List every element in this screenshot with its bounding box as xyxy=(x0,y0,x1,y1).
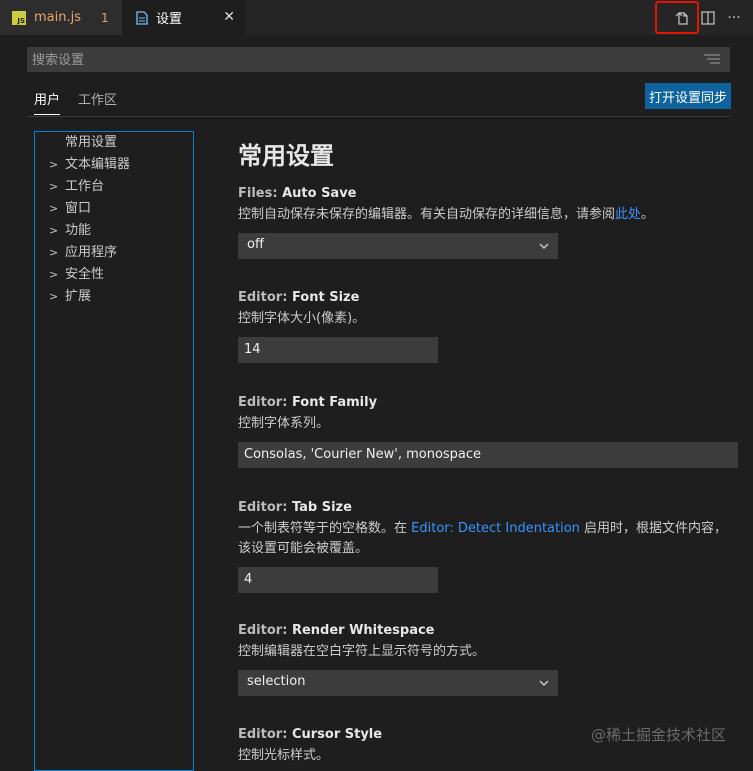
toc-item-label: 工作台 xyxy=(65,179,105,194)
toc-item-label: 应用程序 xyxy=(65,245,118,260)
setting-title: Editor: Font Family xyxy=(238,395,378,410)
watermark: @稀土掘金技术社区 xyxy=(591,726,727,744)
auto-save-select[interactable]: off xyxy=(238,233,558,259)
js-file-icon: JS xyxy=(12,10,26,25)
setting-editor-tab-size: Editor: Tab Size 一个制表符等于的空格数。在 Editor: D… xyxy=(238,499,727,593)
settings-toc: 常用设置 > 文本编辑器 > 工作台 > 窗口 > 功能 > 应用程序 > 安全性 > 扩展 xyxy=(34,131,194,771)
setting-description: 控制字体大小(像素)。 xyxy=(238,311,366,326)
search-settings-box xyxy=(27,47,730,74)
setting-description: 控制编辑器在空白字符上显示符号的方式。 xyxy=(238,644,486,659)
toc-item-features[interactable]: > 功能 xyxy=(49,220,91,242)
tab-label: 设置 xyxy=(156,12,183,27)
editor-tab-bar: JS main.js 1 设置 ✕ ··· xyxy=(0,0,753,35)
toc-item-extensions[interactable]: > 扩展 xyxy=(49,286,91,308)
settings-scope-tabs: 用户 工作区 xyxy=(27,88,730,117)
chevron-right-icon: > xyxy=(49,202,59,215)
tab-settings[interactable]: 设置 ✕ xyxy=(122,0,245,35)
section-title: 常用设置 xyxy=(238,142,334,170)
problem-count-badge: 1 xyxy=(101,10,109,25)
chevron-right-icon: > xyxy=(49,290,59,303)
open-settings-sync-button[interactable]: 打开设置同步 xyxy=(645,83,731,109)
more-actions-icon[interactable]: ··· xyxy=(721,5,747,31)
render-whitespace-select[interactable]: selection xyxy=(238,670,558,696)
open-settings-json-icon[interactable] xyxy=(669,5,695,31)
toc-item-workbench[interactable]: > 工作台 xyxy=(49,176,104,198)
toc-item-application[interactable]: > 应用程序 xyxy=(49,242,117,264)
editor-toolbar: ··· xyxy=(669,0,753,35)
setting-description: 控制字体系列。 xyxy=(238,416,330,431)
tab-user[interactable]: 用户 xyxy=(34,90,61,115)
toc-item-label: 扩展 xyxy=(65,289,92,304)
setting-title: Editor: Cursor Style xyxy=(238,727,383,742)
toc-item-text-editor[interactable]: > 文本编辑器 xyxy=(49,154,130,176)
setting-editor-font-family: Editor: Font Family 控制字体系列。 Consolas, 'C… xyxy=(238,394,738,468)
close-icon[interactable]: ✕ xyxy=(223,9,235,25)
chevron-right-icon: > xyxy=(49,246,59,259)
chevron-right-icon: > xyxy=(49,224,59,237)
setting-description: 控制光标样式。 xyxy=(238,748,330,763)
setting-description: 控制自动保存未保存的编辑器。有关自动保存的详细信息，请参阅此处。 xyxy=(238,207,655,222)
chevron-right-icon: > xyxy=(49,180,59,193)
setting-description: 一个制表符等于的空格数。在 Editor: Detect Indentation… xyxy=(238,521,728,556)
detect-indentation-link[interactable]: Editor: Detect Indentation xyxy=(411,521,580,536)
chevron-right-icon: > xyxy=(49,158,59,171)
tab-workspace[interactable]: 工作区 xyxy=(78,90,117,114)
setting-editor-font-size: Editor: Font Size 控制字体大小(像素)。 14 xyxy=(238,289,438,363)
toc-item-security[interactable]: > 安全性 xyxy=(49,264,104,286)
auto-save-docs-link[interactable]: 此处 xyxy=(615,207,641,222)
font-size-input[interactable]: 14 xyxy=(238,337,438,363)
toc-item-label: 安全性 xyxy=(65,267,105,282)
setting-editor-cursor-style: Editor: Cursor Style 控制光标样式。 xyxy=(238,726,382,766)
search-input[interactable] xyxy=(27,47,694,74)
setting-title: Editor: Render Whitespace xyxy=(238,623,435,638)
tab-main-js[interactable]: JS main.js 1 xyxy=(0,0,122,35)
chevron-right-icon: > xyxy=(49,268,59,281)
toc-item-label: 常用设置 xyxy=(65,135,118,150)
filter-icon[interactable] xyxy=(704,54,720,65)
setting-title: Editor: Font Size xyxy=(238,290,360,305)
tab-label: main.js xyxy=(34,10,81,25)
chevron-down-icon xyxy=(539,680,549,686)
settings-file-icon xyxy=(136,10,148,25)
setting-editor-render-whitespace: Editor: Render Whitespace 控制编辑器在空白字符上显示符… xyxy=(238,622,558,696)
setting-files-auto-save: Files: Auto Save 控制自动保存未保存的编辑器。有关自动保存的详细… xyxy=(238,185,654,259)
toc-item-label: 功能 xyxy=(65,223,92,238)
setting-title: Files: Auto Save xyxy=(238,186,357,201)
tab-size-input[interactable]: 4 xyxy=(238,567,438,593)
chevron-down-icon xyxy=(539,243,549,249)
toc-item-window[interactable]: > 窗口 xyxy=(49,198,91,220)
toc-item-common[interactable]: 常用设置 xyxy=(49,132,117,154)
setting-title: Editor: Tab Size xyxy=(238,500,352,515)
toc-item-label: 文本编辑器 xyxy=(65,157,131,172)
toc-item-label: 窗口 xyxy=(65,201,92,216)
split-editor-icon[interactable] xyxy=(695,5,721,31)
font-family-input[interactable]: Consolas, 'Courier New', monospace xyxy=(238,442,738,468)
